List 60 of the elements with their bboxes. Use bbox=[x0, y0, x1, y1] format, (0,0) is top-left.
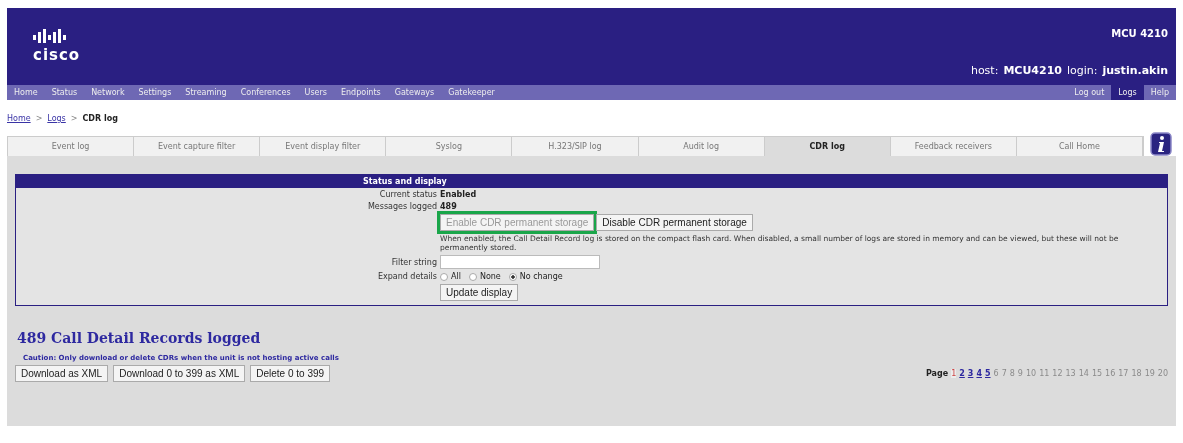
login-label: login: bbox=[1066, 64, 1098, 77]
tab[interactable]: Audit log bbox=[638, 137, 765, 156]
radio-button[interactable] bbox=[440, 272, 448, 281]
breadcrumb-current: CDR log bbox=[82, 114, 118, 125]
filter-input[interactable] bbox=[440, 255, 600, 269]
radio-button[interactable] bbox=[508, 272, 517, 281]
tab[interactable]: Event capture filter bbox=[134, 137, 261, 156]
update-button[interactable]: Update display bbox=[440, 284, 519, 301]
radio-button[interactable] bbox=[468, 272, 477, 281]
tab[interactable]: Syslog bbox=[386, 137, 513, 156]
tab[interactable]: Feedback receivers bbox=[890, 137, 1017, 156]
action-button[interactable]: Delete 0 to 399 bbox=[250, 365, 331, 382]
field-label: Messages logged bbox=[366, 202, 437, 211]
nav-link[interactable]: Settings bbox=[131, 85, 179, 100]
panel-title: Status and display bbox=[16, 175, 1167, 188]
tab[interactable]: CDR log bbox=[764, 137, 891, 156]
field-label: Current status bbox=[378, 190, 437, 199]
action-button[interactable]: Download 0 to 399 as XML bbox=[113, 365, 246, 382]
nav-link[interactable]: Endpoints bbox=[333, 85, 388, 100]
nav-link[interactable]: Home bbox=[7, 85, 45, 100]
storage-button[interactable]: Disable CDR permanent storage bbox=[596, 214, 753, 231]
nav-link[interactable]: Users bbox=[297, 85, 334, 100]
login-name: justin.akin bbox=[1102, 64, 1168, 77]
nav-link[interactable]: Log out bbox=[1067, 85, 1112, 100]
nav-link[interactable]: Network bbox=[84, 85, 132, 100]
radio-label[interactable]: All bbox=[451, 272, 461, 281]
field-label: Expand details bbox=[376, 272, 437, 281]
tab[interactable]: H.323/SIP log bbox=[512, 137, 639, 156]
field-label: Filter string bbox=[390, 257, 437, 267]
breadcrumb-separator: > bbox=[70, 114, 78, 125]
radio-label[interactable]: None bbox=[479, 272, 501, 281]
model-name: MCU 4210 bbox=[1111, 28, 1168, 39]
info-icon[interactable] bbox=[1150, 132, 1172, 156]
status-value: Enabled bbox=[440, 190, 478, 199]
nav-link[interactable]: Status bbox=[44, 85, 85, 100]
page-link[interactable]: 4 bbox=[976, 369, 982, 378]
nav-link[interactable]: Gateways bbox=[387, 85, 442, 100]
tab[interactable]: Event display filter bbox=[260, 137, 387, 156]
tab[interactable]: Call Home bbox=[1016, 137, 1143, 156]
breadcrumb-link[interactable]: Home bbox=[7, 114, 31, 130]
records-heading: 489 Call Detail Records logged bbox=[17, 330, 262, 346]
host-name: MCU4210 bbox=[1003, 64, 1062, 77]
page-link[interactable]: 3 bbox=[967, 369, 974, 378]
page-link[interactable]: 2 bbox=[959, 369, 965, 378]
breadcrumb-separator: > bbox=[35, 114, 43, 125]
messages-value: 489 bbox=[440, 202, 458, 211]
pager-label: Page bbox=[925, 369, 949, 378]
page-link[interactable]: 5 bbox=[985, 369, 991, 378]
radio-label[interactable]: No change bbox=[519, 272, 563, 281]
tab[interactable]: Event log bbox=[8, 137, 135, 156]
nav-link[interactable]: Logs bbox=[1111, 85, 1144, 100]
nav-link[interactable]: Help bbox=[1143, 85, 1176, 100]
nav-link[interactable]: Streaming bbox=[178, 85, 234, 100]
breadcrumb-link[interactable]: Logs bbox=[47, 114, 66, 130]
logo-text: cisco bbox=[33, 46, 81, 64]
page-link[interactable]: 1 bbox=[951, 369, 957, 378]
nav-link[interactable]: Conferences bbox=[233, 85, 298, 100]
action-button[interactable]: Download as XML bbox=[15, 365, 109, 382]
host-label: host: bbox=[970, 64, 999, 77]
nav-link[interactable]: Gatekeeper bbox=[441, 85, 502, 100]
